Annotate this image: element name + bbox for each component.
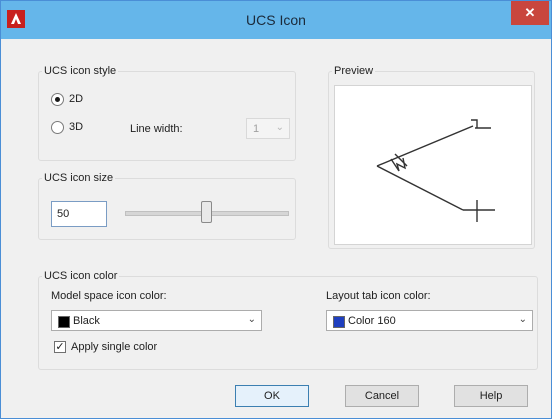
help-button[interactable]: Help (454, 385, 528, 407)
apply-single-color-checkbox[interactable]: ✓ (54, 341, 66, 353)
layout-color-value: Color 160 (348, 315, 396, 327)
title-bar: UCS Icon ✕ (1, 1, 551, 39)
model-color-value: Black (73, 315, 100, 327)
radio-3d-label[interactable]: 3D (69, 121, 83, 133)
close-icon: ✕ (524, 5, 536, 20)
cancel-button[interactable]: Cancel (345, 385, 419, 407)
layout-color-label: Layout tab icon color: (326, 290, 431, 302)
close-button[interactable]: ✕ (511, 1, 549, 25)
ucs-axes-icon (376, 119, 495, 222)
chevron-down-icon: ⌄ (247, 314, 256, 325)
apply-single-color-label[interactable]: Apply single color (71, 341, 157, 353)
layout-color-swatch (333, 316, 345, 328)
checkmark-icon: ✓ (55, 341, 65, 353)
preview-canvas (334, 85, 532, 245)
model-color-swatch (58, 316, 70, 328)
chevron-down-icon: ⌄ (275, 122, 284, 133)
model-color-select[interactable]: Black ⌄ (51, 310, 262, 331)
radio-3d[interactable] (51, 121, 64, 134)
size-slider-thumb[interactable] (200, 201, 212, 223)
dialog-title: UCS Icon (246, 12, 306, 28)
radio-2d[interactable] (51, 93, 64, 106)
chevron-down-icon: ⌄ (518, 314, 527, 325)
line-width-select[interactable]: 1 ⌄ (246, 118, 290, 139)
style-group (38, 71, 296, 161)
ucs-icon-dialog: UCS Icon ✕ UCS icon style 2D 3D Line wid… (0, 0, 552, 419)
layout-color-select[interactable]: Color 160 ⌄ (326, 310, 533, 331)
size-input-value: 50 (57, 208, 70, 220)
ok-button[interactable]: OK (235, 385, 309, 407)
radio-2d-label[interactable]: 2D (69, 93, 83, 105)
size-group-title: UCS icon size (42, 172, 116, 184)
preview-group-title: Preview (332, 65, 376, 77)
color-group-title: UCS icon color (42, 270, 120, 282)
line-width-label: Line width: (130, 123, 183, 135)
model-color-label: Model space icon color: (51, 290, 167, 302)
line-width-value: 1 (253, 123, 260, 135)
style-group-title: UCS icon style (42, 65, 119, 77)
size-input[interactable]: 50 (51, 201, 107, 227)
